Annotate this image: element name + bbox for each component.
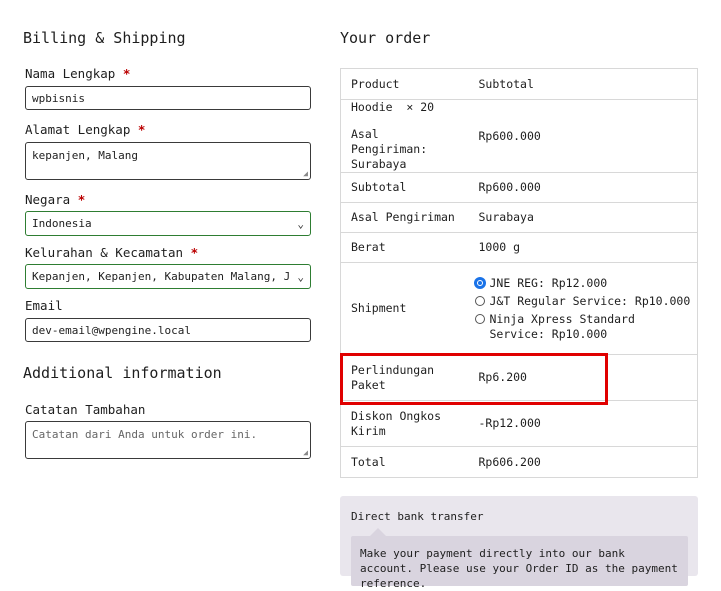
table-row: Asal Pengiriman Surabaya <box>340 202 698 233</box>
table-header-row: Product Subtotal <box>341 68 698 100</box>
shipment-option-ninja[interactable]: Ninja Xpress Standard Service: Rp10.000 <box>474 312 692 342</box>
additional-title: Additional information <box>23 364 222 382</box>
diskon-value: -Rp12.000 <box>468 400 698 447</box>
shipment-option-jnt[interactable]: J&T Regular Service: Rp10.000 <box>474 294 692 309</box>
order-title: Your order <box>340 29 431 47</box>
negara-select[interactable]: Indonesia ⌄ <box>25 211 311 236</box>
catatan-label: Catatan Tambahan <box>25 402 146 417</box>
table-row: Hoodie × 20 Asal Pengiriman: Surabaya Rp… <box>340 99 698 173</box>
negara-label: Negara * <box>25 192 86 207</box>
payment-method-label[interactable]: Direct bank transfer <box>351 510 483 523</box>
header-subtotal: Subtotal <box>468 68 698 100</box>
catatan-textarea[interactable]: Catatan dari Anda untuk order ini. ◢ <box>25 421 311 459</box>
alamat-label: Alamat Lengkap * <box>25 122 146 137</box>
nama-input[interactable]: wpbisnis <box>25 86 311 110</box>
header-product: Product <box>351 76 400 91</box>
asal-value: Surabaya <box>468 202 698 233</box>
resize-grip-icon[interactable]: ◢ <box>303 170 308 178</box>
item-origin-label: Asal Pengiriman: <box>351 127 428 156</box>
perlindungan-label: Perlindungan Paket <box>340 354 469 401</box>
item-qty: × 20 <box>406 100 435 114</box>
alamat-textarea[interactable]: kepanjen, Malang ◢ <box>25 142 311 180</box>
table-row: Diskon Ongkos Kirim -Rp12.000 <box>340 400 698 447</box>
berat-value: 1000 g <box>468 232 698 263</box>
payment-description: Make your payment directly into our bank… <box>351 536 688 590</box>
radio-icon[interactable] <box>474 295 485 306</box>
resize-grip-icon[interactable]: ◢ <box>303 449 308 457</box>
chevron-down-icon: ⌄ <box>297 270 304 283</box>
berat-label: Berat <box>340 232 469 263</box>
item-cell: Hoodie × 20 Asal Pengiriman: Surabaya <box>340 99 469 173</box>
radio-icon[interactable] <box>474 313 485 324</box>
item-origin-value: Surabaya <box>351 157 407 171</box>
tooltip-arrow <box>370 528 386 536</box>
total-label: Total <box>340 446 469 478</box>
item-price: Rp600.000 <box>468 99 698 173</box>
perlindungan-value: Rp6.200 <box>468 354 698 401</box>
order-table: Product Subtotal Hoodie × 20 Asal Pengir… <box>340 68 698 478</box>
diskon-label: Diskon Ongkos Kirim <box>340 400 469 447</box>
item-name: Hoodie <box>351 100 393 114</box>
shipment-label: Shipment <box>340 262 469 355</box>
table-row: Shipment JNE REG: Rp12.000 J&T Regular S… <box>340 262 698 355</box>
email-input[interactable]: dev-email@wpengine.local <box>25 318 311 342</box>
table-row: Subtotal Rp600.000 <box>340 172 698 203</box>
nama-label: Nama Lengkap * <box>25 66 131 81</box>
payment-method-box: Direct bank transfer Make your payment d… <box>340 496 698 590</box>
chevron-down-icon: ⌄ <box>297 217 304 230</box>
subtotal-value: Rp600.000 <box>468 172 698 203</box>
billing-title: Billing & Shipping <box>23 29 186 47</box>
kelurahan-label: Kelurahan & Kecamatan * <box>25 245 199 260</box>
kelurahan-select[interactable]: Kepanjen, Kepanjen, Kabupaten Malang, Ja… <box>25 264 311 289</box>
total-value: Rp606.200 <box>468 446 698 478</box>
table-row: Total Rp606.200 <box>340 446 698 478</box>
email-label: Email <box>25 298 63 313</box>
shipment-options: JNE REG: Rp12.000 J&T Regular Service: R… <box>468 262 698 355</box>
subtotal-label: Subtotal <box>340 172 469 203</box>
table-row: Berat 1000 g <box>340 232 698 263</box>
radio-selected-icon[interactable] <box>474 277 485 288</box>
table-row: Perlindungan Paket Rp6.200 <box>340 354 698 401</box>
asal-label: Asal Pengiriman <box>340 202 469 233</box>
shipment-option-jne[interactable]: JNE REG: Rp12.000 <box>474 276 692 291</box>
